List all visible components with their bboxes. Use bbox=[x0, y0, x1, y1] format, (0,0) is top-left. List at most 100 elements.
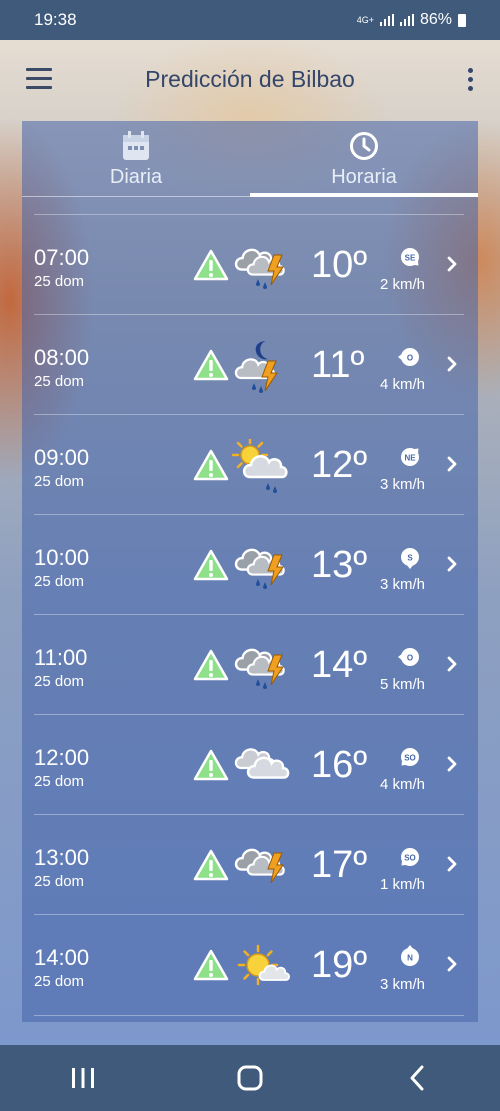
hour-time: 10:00 bbox=[34, 545, 90, 570]
wind-direction-icon: SO bbox=[401, 748, 419, 766]
temperature: 11º bbox=[311, 344, 365, 386]
warning-icon[interactable] bbox=[193, 849, 229, 881]
forecast-panel: Diaria Horaria 07:00 25 dom 10º SE 2 km/… bbox=[22, 121, 478, 1022]
hour-row[interactable]: 14:00 25 dom 19º N 3 km/h bbox=[34, 914, 464, 1016]
wind-direction-icon: SO bbox=[401, 848, 419, 866]
cloudy-icon bbox=[234, 748, 290, 779]
wind-speed: 3 km/h bbox=[380, 576, 426, 593]
hour-date: 25 dom bbox=[34, 773, 85, 790]
home-icon bbox=[237, 1065, 263, 1091]
hour-time: 09:00 bbox=[34, 445, 90, 470]
recent-apps-button[interactable] bbox=[53, 1058, 113, 1098]
hour-date: 25 dom bbox=[34, 373, 85, 390]
hour-row[interactable]: 13:00 25 dom 17º SO 1 km/h bbox=[34, 814, 464, 915]
wind-speed: 2 km/h bbox=[380, 276, 426, 293]
wind-direction-label: SO bbox=[404, 854, 416, 863]
hour-date: 25 dom bbox=[34, 673, 85, 690]
tab-bar: Diaria Horaria bbox=[22, 121, 478, 197]
chevron-right-icon bbox=[447, 456, 457, 472]
wind-direction-label: SE bbox=[405, 254, 416, 263]
back-button[interactable] bbox=[387, 1058, 447, 1098]
page-title: Predicción de Bilbao bbox=[145, 66, 355, 92]
warning-icon[interactable] bbox=[193, 649, 229, 681]
hourly-list: 07:00 25 dom 10º SE 2 km/h 08:00 25 dom … bbox=[34, 214, 464, 1016]
storm-cloud-icon bbox=[234, 848, 285, 884]
hour-date: 25 dom bbox=[34, 473, 85, 490]
system-nav-bar bbox=[0, 1045, 500, 1111]
warning-icon[interactable] bbox=[193, 749, 229, 781]
wind-speed: 3 km/h bbox=[380, 476, 426, 493]
hour-time: 08:00 bbox=[34, 345, 90, 370]
wind-direction-label: SO bbox=[404, 754, 416, 763]
recent-apps-icon bbox=[72, 1068, 95, 1088]
network-type: 4G+ bbox=[356, 14, 374, 25]
temperature: 10º bbox=[311, 244, 368, 286]
back-icon bbox=[410, 1065, 424, 1091]
wind-direction-icon: O bbox=[398, 348, 419, 366]
signal-icon bbox=[379, 14, 394, 26]
hour-date: 25 dom bbox=[34, 273, 85, 290]
hour-row[interactable]: 08:00 25 dom 11º O 4 km/h bbox=[34, 314, 464, 415]
wind-speed: 4 km/h bbox=[380, 376, 426, 393]
hour-row[interactable]: 11:00 25 dom 14º O 5 km/h bbox=[34, 614, 464, 715]
warning-icon[interactable] bbox=[193, 949, 229, 981]
hour-time: 14:00 bbox=[34, 945, 90, 970]
home-button[interactable] bbox=[220, 1058, 280, 1098]
warning-icon[interactable] bbox=[193, 449, 229, 481]
wind-direction-icon: SE bbox=[401, 248, 419, 266]
chevron-right-icon bbox=[447, 356, 457, 372]
clock-icon bbox=[350, 132, 378, 160]
storm-cloud-rain-icon bbox=[234, 248, 285, 289]
wind-speed: 1 km/h bbox=[380, 876, 426, 893]
chevron-right-icon bbox=[447, 556, 457, 572]
storm-cloud-rain-icon bbox=[234, 648, 285, 689]
more-options-icon[interactable] bbox=[466, 68, 474, 92]
wind-speed: 3 km/h bbox=[380, 976, 426, 993]
hour-time: 11:00 bbox=[34, 645, 88, 670]
sun-cloud-rain-icon bbox=[232, 439, 288, 493]
wind-direction-label: NE bbox=[404, 454, 416, 463]
chevron-right-icon bbox=[447, 656, 457, 672]
wind-direction-icon: O bbox=[398, 648, 419, 666]
hour-row[interactable]: 12:00 25 dom 16º SO 4 km/h bbox=[34, 714, 464, 815]
tab-selected-indicator bbox=[250, 193, 478, 197]
chevron-right-icon bbox=[447, 956, 457, 972]
hour-date: 25 dom bbox=[34, 873, 85, 890]
wind-direction-label: S bbox=[407, 554, 413, 563]
app-bar: Predicción de Bilbao bbox=[0, 40, 500, 120]
temperature: 16º bbox=[311, 744, 368, 786]
temperature: 12º bbox=[311, 444, 368, 486]
wind-direction-label: N bbox=[407, 954, 413, 963]
chevron-right-icon bbox=[447, 256, 457, 272]
temperature: 19º bbox=[311, 944, 368, 986]
tab-hourly[interactable]: Horaria bbox=[250, 121, 478, 197]
storm-cloud-rain-icon bbox=[234, 548, 285, 589]
warning-icon[interactable] bbox=[193, 349, 229, 381]
wind-direction-label: O bbox=[407, 354, 413, 363]
tab-label: Diaria bbox=[109, 166, 163, 188]
wind-direction-label: O bbox=[407, 654, 413, 663]
temperature: 13º bbox=[311, 544, 368, 586]
hour-row[interactable]: 07:00 25 dom 10º SE 2 km/h bbox=[34, 214, 464, 315]
hour-time: 12:00 bbox=[34, 745, 90, 770]
warning-icon[interactable] bbox=[193, 549, 229, 581]
tab-daily[interactable]: Diaria bbox=[22, 121, 250, 197]
wind-direction-icon: NE bbox=[401, 448, 419, 466]
tab-label: Horaria bbox=[331, 166, 397, 188]
chevron-right-icon bbox=[447, 856, 457, 872]
warning-icon[interactable] bbox=[193, 249, 229, 281]
status-bar: 19:38 4G+ 86% bbox=[0, 0, 500, 40]
battery-icon bbox=[458, 13, 466, 27]
sun-cloud-icon bbox=[237, 944, 290, 986]
temperature: 14º bbox=[311, 644, 368, 686]
battery-level: 86% bbox=[419, 11, 452, 28]
hour-time: 07:00 bbox=[34, 245, 90, 270]
hour-row[interactable]: 10:00 25 dom 13º S 3 km/h bbox=[34, 514, 464, 615]
wind-direction-icon: N bbox=[401, 945, 419, 966]
calendar-icon bbox=[123, 131, 149, 160]
hour-row[interactable]: 09:00 25 dom 12º NE 3 km/h bbox=[34, 414, 464, 515]
chevron-right-icon bbox=[447, 756, 457, 772]
wind-speed: 4 km/h bbox=[380, 776, 426, 793]
wind-speed: 5 km/h bbox=[380, 676, 426, 693]
hour-date: 25 dom bbox=[34, 573, 85, 590]
